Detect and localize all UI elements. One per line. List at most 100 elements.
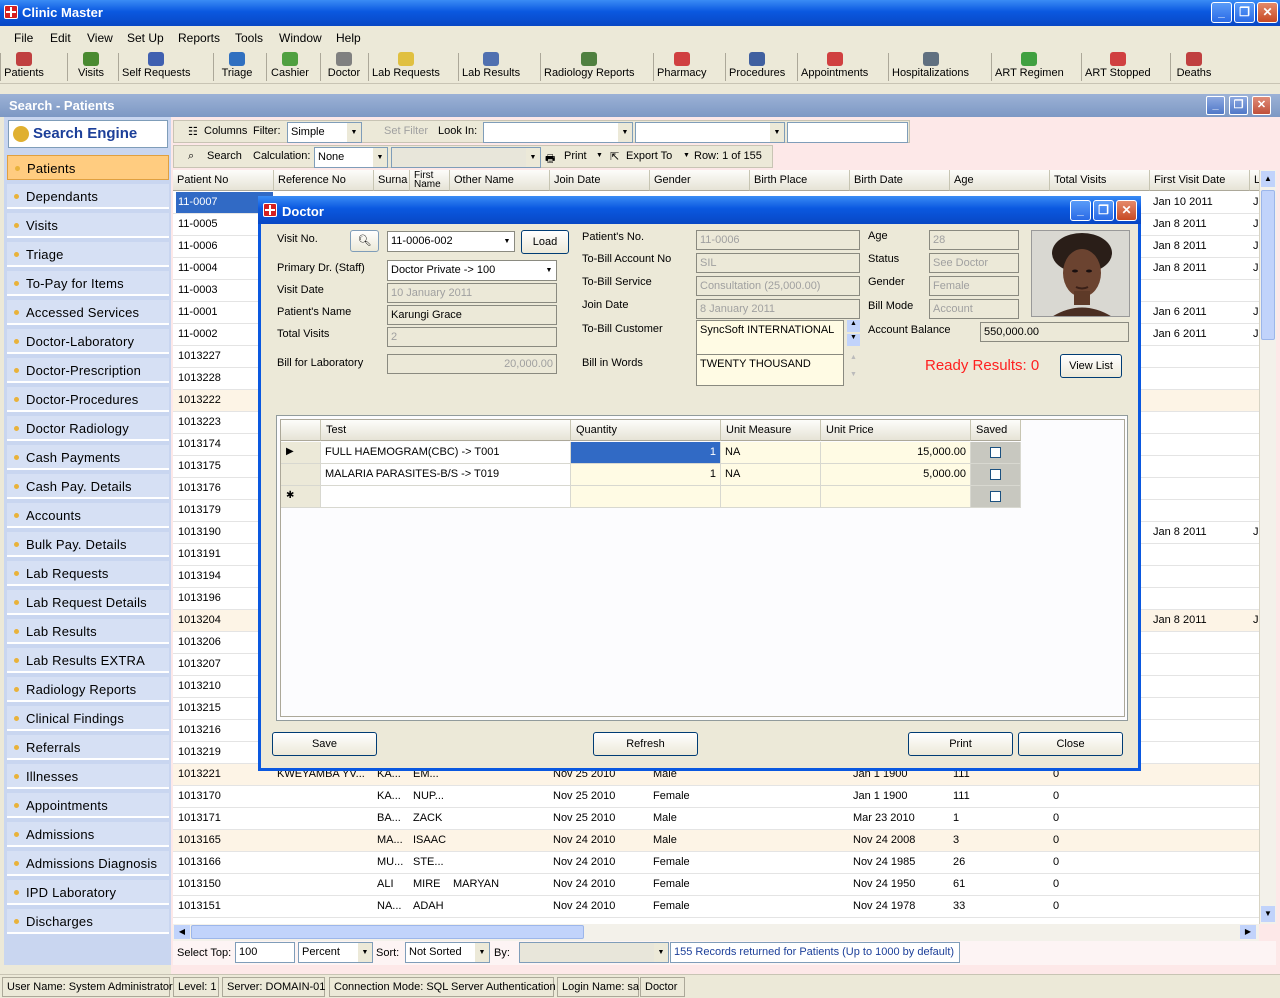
column-header-unit-price[interactable]: Unit Price [821,420,971,441]
saved-checkbox[interactable] [990,491,1001,502]
lab-new-row[interactable]: ✱ [281,486,1021,508]
sidebar-item-to-pay-for-items[interactable]: To-Pay for Items [7,271,169,296]
column-header-reference-no[interactable]: Reference No [274,170,374,191]
close-icon[interactable]: ✕ [1257,2,1278,23]
sidebar-item-discharges[interactable]: Discharges [7,909,169,934]
lab-cell-saved[interactable] [971,464,1021,486]
menu-window[interactable]: Window [279,31,322,45]
toolbar-lab-results-button[interactable]: Lab Results [462,51,520,83]
primary-dr-select[interactable]: Doctor Private -> 100 ▼ [387,260,557,281]
table-row[interactable]: 1013150 ALI MIRE MARYAN Nov 24 2010 Female Nov… [173,874,1259,896]
column-header-unit-measure[interactable]: Unit Measure [721,420,821,441]
table-row[interactable]: 1013151 NA... ADAH Nov 24 2010 Female Nov 24 … [173,896,1259,918]
look-in-select[interactable]: ▼ [483,122,633,143]
sidebar-item-lab-results[interactable]: Lab Results [7,619,169,644]
toolbar-pharmacy-button[interactable]: Pharmacy [657,51,707,83]
search-text-input[interactable] [787,122,908,143]
sidebar-item-cash-pay-details[interactable]: Cash Pay. Details [7,474,169,499]
grid-horizontal-scrollbar[interactable]: ◀ ▶ [173,924,1259,941]
column-header-patient-no[interactable]: Patient No [173,170,274,191]
scroll-down-icon[interactable]: ▼ [1261,906,1275,922]
search-icon[interactable]: ⌕ [188,150,194,163]
select-top-input[interactable]: 100 [235,942,295,963]
toolbar-radiology-reports-button[interactable]: Radiology Reports [544,51,635,83]
sidebar-item-lab-request-details[interactable]: Lab Request Details [7,590,169,615]
search-button[interactable]: Search [207,150,242,162]
printer-icon[interactable]: 🖶 [545,150,555,169]
lab-cell-saved[interactable] [971,486,1021,508]
menu-edit[interactable]: Edit [50,31,71,45]
lab-grid[interactable]: Test Quantity Unit Measure Unit Price Saved … [280,419,1125,717]
column-header-quantity[interactable]: Quantity [571,420,721,441]
filter-select[interactable]: Simple ▼ [287,122,362,143]
current-row-arrow-icon[interactable]: ▶ [281,442,321,464]
view-list-button[interactable]: View List [1060,354,1122,378]
sort-by-select[interactable]: ▼ [519,942,669,963]
look-in-value-select[interactable]: ▼ [635,122,785,143]
lab-cell-quantity[interactable]: 1 [571,442,721,464]
restore-icon[interactable]: ❐ [1234,2,1255,23]
column-header-test[interactable]: Test [321,420,571,441]
lab-row[interactable]: ▶ FULL HAEMOGRAM(CBC) -> T001 1 NA 15,000.00 [281,442,1021,464]
column-header-other-name[interactable]: Other Name [450,170,550,191]
sidebar-item-accessed-services[interactable]: Accessed Services [7,300,169,325]
calculation-column-select[interactable]: ▼ [391,147,541,168]
sidebar-item-illnesses[interactable]: Illnesses [7,764,169,789]
column-header-join-date[interactable]: Join Date [550,170,650,191]
refresh-button[interactable]: Refresh [593,732,698,756]
scroll-up-icon[interactable]: ▲ [847,320,860,332]
find-visit-button[interactable]: 🔍︎ [350,230,379,252]
scroll-down-icon[interactable]: ▼ [847,371,860,383]
column-header-gender[interactable]: Gender [650,170,750,191]
sidebar-item-doctor-radiology[interactable]: Doctor Radiology [7,416,169,441]
close-icon[interactable]: ✕ [1116,200,1137,221]
close-button[interactable]: Close [1018,732,1123,756]
chevron-down-icon[interactable]: ▼ [596,152,603,159]
menu-set-up[interactable]: Set Up [127,31,164,45]
table-row[interactable]: 1013166 MU... STE... Nov 24 2010 Female Nov 2… [173,852,1259,874]
column-header-age[interactable]: Age [950,170,1050,191]
scroll-thumb[interactable] [191,925,584,939]
load-button[interactable]: Load [521,230,569,254]
set-filter-button[interactable]: Set Filter [384,125,428,137]
toolbar-art-regimen-button[interactable]: ART Regimen [995,51,1064,83]
toolbar-cashier-button[interactable]: Cashier [270,51,310,83]
lab-row[interactable]: MALARIA PARASITES-B/S -> T019 1 NA 5,000.00 [281,464,1021,486]
saved-checkbox[interactable] [990,447,1001,458]
export-icon[interactable]: ⇱ [610,150,619,163]
print-button[interactable]: Print [908,732,1013,756]
sidebar-item-lab-results-extra[interactable]: Lab Results EXTRA [7,648,169,673]
percent-select[interactable]: Percent ▼ [298,942,373,963]
toolbar-art-stopped-button[interactable]: ART Stopped [1085,51,1151,83]
menu-reports[interactable]: Reports [178,31,220,45]
save-button[interactable]: Save [272,732,377,756]
scroll-down-icon[interactable]: ▼ [847,334,860,346]
sidebar-item-referrals[interactable]: Referrals [7,735,169,760]
menu-help[interactable]: Help [336,31,361,45]
column-header-l[interactable]: L [1250,170,1259,191]
sidebar-item-doctor-laboratory[interactable]: Doctor-Laboratory [7,329,169,354]
lab-cell-unit-price[interactable] [821,486,971,508]
scroll-up-icon[interactable]: ▲ [847,354,860,366]
scroll-thumb[interactable] [1261,190,1275,340]
sidebar-item-triage[interactable]: Triage [7,242,169,267]
column-header-birth-date[interactable]: Birth Date [850,170,950,191]
sidebar-item-accounts[interactable]: Accounts [7,503,169,528]
sidebar-item-visits[interactable]: Visits [7,213,169,238]
lab-cell-saved[interactable] [971,442,1021,464]
table-row[interactable]: 1013171 BA... ZACK Nov 25 2010 Male Mar 23 20… [173,808,1259,830]
sidebar-item-radiology-reports[interactable]: Radiology Reports [7,677,169,702]
toolbar-self-requests-button[interactable]: Self Requests [122,51,190,83]
sidebar-item-dependants[interactable]: Dependants [7,184,169,209]
minimize-icon[interactable]: _ [1206,96,1225,115]
sidebar-item-clinical-findings[interactable]: Clinical Findings [7,706,169,731]
menu-view[interactable]: View [87,31,113,45]
sort-select[interactable]: Not Sorted ▼ [405,942,490,963]
toolbar-doctor-button[interactable]: Doctor [324,51,364,83]
sidebar-item-admissions[interactable]: Admissions [7,822,169,847]
sidebar-item-doctor-procedures[interactable]: Doctor-Procedures [7,387,169,412]
toolbar-deaths-button[interactable]: Deaths [1174,51,1214,83]
print-button[interactable]: Print [564,150,587,162]
lab-cell-quantity[interactable] [571,486,721,508]
menu-tools[interactable]: Tools [235,31,263,45]
